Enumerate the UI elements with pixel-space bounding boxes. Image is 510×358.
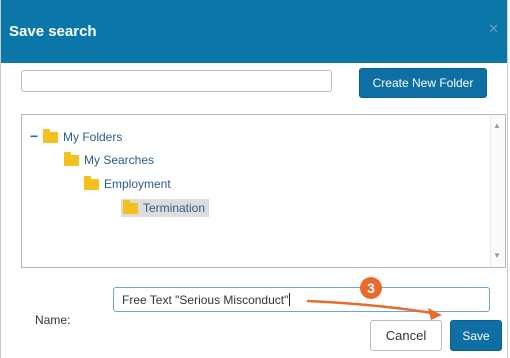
save-button[interactable]: Save (450, 320, 502, 351)
create-new-folder-button[interactable]: Create New Folder (359, 68, 487, 98)
tree-scrollbar[interactable]: ▲ ▼ (490, 115, 505, 267)
folder-icon (84, 175, 99, 190)
tree-node-label: My Searches (84, 153, 155, 167)
scroll-up-icon[interactable]: ▲ (493, 121, 501, 131)
folder-name-input[interactable] (21, 70, 332, 92)
tree-node-my-folders[interactable]: − My Folders (30, 128, 122, 146)
collapse-icon[interactable]: − (30, 128, 40, 146)
text-caret (289, 293, 291, 306)
tree-node-my-searches[interactable]: My Searches (64, 151, 154, 169)
folder-icon (123, 199, 138, 214)
cancel-button[interactable]: Cancel (370, 320, 442, 351)
tree-node-label: My Folders (63, 130, 123, 144)
tree-node-label: Employment (104, 177, 171, 191)
tree-node-termination[interactable]: Termination (121, 199, 210, 217)
folder-tree: − My Folders My Searches Employment Term… (21, 114, 506, 268)
search-name-input[interactable]: Free Text "Serious Misconduct" (113, 287, 490, 312)
dialog-header: Save search ✕ (1, 0, 507, 63)
folder-icon (64, 151, 79, 166)
search-name-value: Free Text "Serious Misconduct" (122, 292, 289, 307)
close-icon[interactable]: ✕ (488, 22, 499, 36)
tree-node-employment[interactable]: Employment (84, 175, 171, 193)
step-badge: 3 (360, 277, 382, 299)
save-search-dialog: Save search ✕ Create New Folder − My Fol… (0, 0, 508, 358)
name-label: Name: (35, 313, 71, 327)
scroll-down-icon[interactable]: ▼ (493, 251, 501, 261)
folder-icon (43, 128, 58, 143)
dialog-title: Save search (9, 23, 97, 40)
tree-node-label: Termination (143, 201, 206, 215)
